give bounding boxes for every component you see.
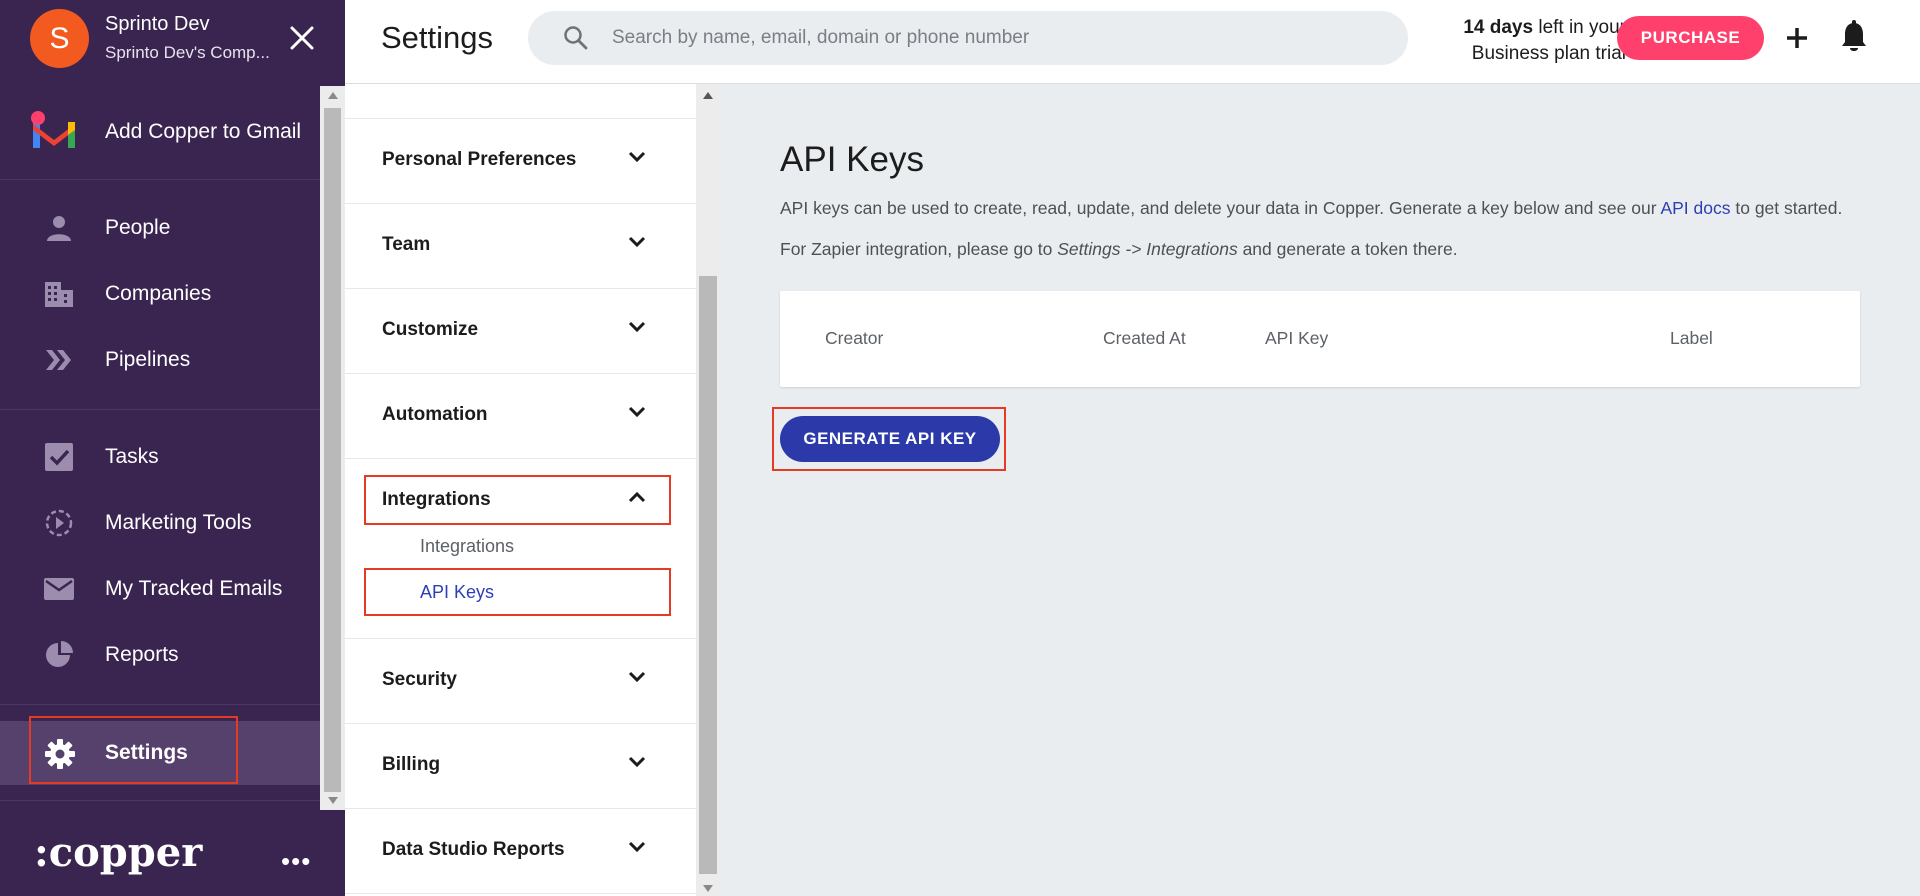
zapier-text: and generate a token there. — [1237, 239, 1458, 259]
marketing-play-icon — [45, 509, 73, 537]
sidebar-item-tasks[interactable]: Tasks — [0, 427, 320, 487]
plus-icon[interactable] — [1782, 20, 1812, 56]
zapier-note: For Zapier integration, please go to Set… — [780, 239, 1458, 260]
gmail-label: Add Copper to Gmail — [105, 120, 302, 143]
scroll-thumb[interactable] — [699, 276, 717, 874]
scroll-up-arrow[interactable] — [328, 92, 338, 99]
menu-item-billing[interactable]: Billing — [345, 724, 696, 809]
column-header-creator: Creator — [825, 328, 884, 348]
avatar[interactable]: S — [30, 9, 89, 68]
checkbox-icon — [45, 443, 73, 471]
menu-item-label: Customize — [382, 319, 479, 340]
search-input[interactable] — [612, 11, 1372, 65]
page-title: Settings — [381, 20, 494, 55]
highlight-box — [364, 475, 671, 525]
scroll-thumb[interactable] — [324, 108, 341, 792]
menu-scrollbar[interactable] — [696, 84, 720, 896]
scroll-down-arrow[interactable] — [703, 885, 713, 892]
chevron-down-icon — [628, 841, 646, 853]
menu-item-label: Security — [382, 669, 457, 690]
sidebar-item-tracked-emails[interactable]: My Tracked Emails — [0, 559, 320, 619]
divider — [0, 409, 320, 410]
more-options-icon[interactable]: ••• — [281, 846, 311, 877]
divider — [0, 704, 320, 705]
column-header-api-key: API Key — [1265, 328, 1329, 348]
envelope-icon — [44, 578, 74, 600]
chevron-down-icon — [628, 406, 646, 418]
sidebar-item-pipelines[interactable]: Pipelines — [0, 330, 320, 390]
chevron-down-icon — [628, 321, 646, 333]
sidebar-item-label: Pipelines — [105, 348, 191, 371]
search-icon — [564, 26, 588, 50]
gmail-icon — [31, 111, 75, 148]
api-docs-link[interactable]: API docs — [1660, 198, 1730, 218]
highlight-box — [29, 716, 238, 784]
chevron-down-icon — [628, 756, 646, 768]
company-name: Sprinto Dev's Comp... — [105, 43, 270, 62]
highlight-box — [772, 407, 1006, 471]
menu-item-label: Billing — [382, 754, 441, 775]
bell-icon[interactable] — [1839, 20, 1869, 54]
close-icon[interactable] — [288, 24, 316, 52]
menu-item-label: Automation — [382, 404, 488, 425]
divider — [0, 800, 320, 801]
copper-logo: :copper — [34, 829, 203, 876]
sidebar-item-label: Companies — [105, 282, 212, 305]
menu-item-automation[interactable]: Automation — [345, 374, 696, 459]
sidebar-item-label: People — [105, 216, 171, 239]
menu-item-label: Personal Preferences — [382, 149, 577, 170]
chevron-down-icon — [628, 236, 646, 248]
sidebar-item-label: My Tracked Emails — [105, 577, 283, 600]
sidebar-item-marketing-tools[interactable]: Marketing Tools — [0, 493, 320, 553]
zapier-text: For Zapier integration, please go to — [780, 239, 1058, 259]
menu-top-edge — [345, 84, 696, 119]
user-name: Sprinto Dev — [105, 13, 210, 35]
sidebar-item-people[interactable]: People — [0, 198, 320, 258]
menu-item-security[interactable]: Security — [345, 639, 696, 724]
chevron-down-icon — [628, 151, 646, 163]
menu-item-data-studio-reports[interactable]: Data Studio Reports — [345, 809, 696, 894]
zapier-path: Settings -> Integrations — [1057, 239, 1238, 259]
person-icon — [47, 216, 71, 241]
menu-item-team[interactable]: Team — [345, 204, 696, 289]
trial-plan: Business plan trial — [1471, 43, 1626, 64]
section-heading: API Keys — [780, 140, 924, 179]
settings-menu: Personal Preferences Team Customize Auto… — [345, 84, 696, 896]
top-bar: Settings 14 days left in your Business p… — [345, 0, 1920, 84]
column-header-label: Label — [1670, 328, 1713, 348]
trial-days: 14 days — [1463, 17, 1534, 38]
sidebar-scrollbar[interactable] — [320, 86, 345, 810]
user-account-header[interactable]: S Sprinto Dev Sprinto Dev's Comp... — [0, 0, 320, 78]
description-text: API keys can be used to create, read, up… — [780, 198, 1661, 218]
pie-chart-icon — [46, 641, 73, 667]
scroll-down-arrow[interactable] — [328, 797, 338, 804]
menu-item-label: Data Studio Reports — [382, 839, 565, 860]
submenu-integrations[interactable]: Integrations — [420, 536, 514, 557]
search-bar[interactable] — [528, 11, 1408, 65]
sidebar-item-label: Tasks — [105, 445, 159, 468]
building-icon — [45, 282, 73, 307]
main-sidebar: S Sprinto Dev Sprinto Dev's Comp... Add … — [0, 0, 345, 896]
add-copper-to-gmail[interactable]: Add Copper to Gmail — [0, 86, 320, 180]
menu-item-label: Team — [382, 234, 431, 255]
menu-item-personal-preferences[interactable]: Personal Preferences — [345, 119, 696, 204]
sidebar-item-companies[interactable]: Companies — [0, 264, 320, 324]
sidebar-item-label: Reports — [105, 643, 179, 666]
column-header-created-at: Created At — [1103, 328, 1186, 348]
api-keys-description: API keys can be used to create, read, up… — [780, 198, 1842, 219]
chevron-down-icon — [628, 671, 646, 683]
description-text: to get started. — [1730, 198, 1843, 218]
purchase-button[interactable]: PURCHASE — [1617, 16, 1764, 60]
scroll-up-arrow[interactable] — [703, 92, 713, 99]
sidebar-item-label: Marketing Tools — [105, 511, 252, 534]
trial-text: left in your — [1533, 17, 1626, 38]
highlight-box — [364, 568, 671, 616]
menu-item-customize[interactable]: Customize — [345, 289, 696, 374]
sidebar-item-reports[interactable]: Reports — [0, 625, 320, 685]
trial-status: 14 days left in your Business plan trial — [1408, 15, 1626, 67]
main-content: API Keys API keys can be used to create,… — [720, 84, 1920, 896]
api-keys-table: Creator Created At API Key Label — [780, 291, 1860, 387]
chevrons-right-icon — [46, 350, 71, 370]
